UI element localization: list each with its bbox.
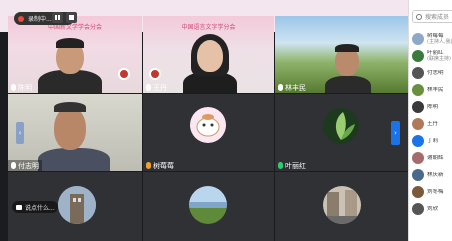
video-tile-6[interactable]: 叶丽红	[275, 94, 408, 171]
participant-avatar	[412, 151, 424, 164]
participant-avatar	[412, 100, 424, 113]
participant-name: 林庆新	[427, 171, 444, 178]
participant-list-item[interactable]: 树莓莓 (主持人,我)	[409, 30, 452, 47]
participant-name: 付志明	[18, 161, 39, 170]
participant-list-item[interactable]: 付志明	[409, 64, 452, 81]
participant-list-item[interactable]: 丁莉	[409, 132, 452, 149]
participant-name: 谢朝辉	[427, 154, 444, 161]
record-dot-icon	[18, 15, 24, 22]
participant-avatar	[412, 185, 424, 198]
participant-avatar	[412, 49, 424, 62]
logo-badge-icon	[118, 68, 130, 80]
participant-name: 叶丽红	[427, 49, 444, 56]
prev-page-button[interactable]: ‹	[16, 122, 24, 144]
participant-list-item[interactable]: 刘冬梅	[409, 183, 452, 200]
recording-label: 录制中...	[28, 16, 52, 23]
participant-name: 树莓莓	[153, 161, 174, 170]
participant-avatar	[412, 202, 424, 215]
video-tile-3[interactable]: 林丰民	[275, 16, 408, 93]
mic-icon	[11, 84, 16, 91]
participant-name: 王丹	[153, 83, 167, 92]
participant-name: 林丰民	[427, 86, 444, 93]
participant-name: 丁莉	[427, 137, 439, 144]
recording-indicator: 录制中...	[14, 12, 74, 25]
mic-icon	[146, 84, 151, 91]
participant-list-item[interactable]: 谢朝辉	[409, 149, 452, 166]
video-tile-8[interactable]	[143, 172, 274, 241]
search-placeholder: 搜索成员	[425, 14, 450, 21]
participant-label: 陈明	[427, 104, 438, 110]
participant-avatar	[412, 66, 424, 79]
video-tile-9[interactable]	[275, 172, 408, 241]
participant-name: 叶丽红	[285, 161, 306, 170]
participant-name: 刘冬梅	[427, 188, 444, 195]
participant-avatar	[412, 134, 424, 147]
participant-name: 王丹	[427, 120, 439, 127]
search-icon	[416, 13, 422, 20]
participant-avatar	[412, 83, 424, 96]
mic-icon	[278, 162, 283, 169]
participant-label: 树莓莓 (主持人,我)	[427, 33, 452, 45]
building-avatar	[58, 186, 96, 224]
video-tile-5[interactable]: 树莓莓	[143, 94, 274, 171]
participant-label: 叶丽红 (联席主持)	[427, 50, 451, 62]
name-tag: 叶丽红	[275, 160, 309, 171]
mic-icon	[146, 162, 151, 169]
participant-list-item[interactable]: 林庆新	[409, 166, 452, 183]
tile-banner: 中国语言文字学分会	[181, 24, 236, 31]
participant-avatar	[412, 168, 424, 181]
participant-name: 陈明	[18, 83, 32, 92]
participant-label: 丁莉	[427, 138, 438, 144]
chat-placeholder: 说点什么...	[25, 204, 55, 212]
participant-avatar	[412, 32, 424, 45]
participant-name: 付志明	[427, 69, 444, 76]
participant-label: 刘欣	[427, 206, 438, 212]
participant-name: 树莓莓	[427, 32, 444, 39]
participant-list-item[interactable]: 叶丽红 (联席主持)	[409, 47, 452, 64]
mic-icon	[278, 84, 283, 91]
cartoon-avatar	[190, 107, 226, 143]
name-tag: 付志明	[8, 160, 42, 171]
participant-avatar	[412, 117, 424, 130]
search-members-input[interactable]: 搜索成员	[412, 10, 452, 23]
pause-recording-button[interactable]	[52, 12, 63, 23]
participant-label: 王丹	[427, 121, 438, 127]
chat-icon	[16, 204, 22, 210]
street-avatar	[323, 186, 361, 224]
name-tag: 王丹	[143, 82, 170, 93]
participant-role: (主持人,我)	[427, 38, 452, 45]
participant-name: 刘欣	[427, 205, 439, 212]
participants-panel: 搜索成员 树莓莓 (主持人,我) 叶丽红 (联席主持) 付志明林丰民陈明王丹丁莉谢朝辉林…	[408, 0, 452, 241]
participant-list-item[interactable]: 王丹	[409, 115, 452, 132]
participant-list-item[interactable]: 林丰民	[409, 81, 452, 98]
participant-label: 林庆新	[427, 172, 444, 178]
mic-icon	[11, 162, 16, 169]
name-tag: 林丰民	[275, 82, 309, 93]
participant-label: 谢朝辉	[427, 155, 444, 161]
participant-list-item[interactable]: 刘欣	[409, 200, 452, 217]
name-tag: 树莓莓	[143, 160, 177, 171]
participant-role: (联席主持)	[427, 55, 451, 62]
chat-input-toast[interactable]: 说点什么...	[12, 201, 58, 213]
participant-label: 付志明	[427, 70, 444, 76]
plant-avatar	[323, 108, 359, 144]
video-tile-4[interactable]: 付志明	[8, 94, 142, 171]
meeting-window: 中国新文学学会分会 陈明 中国语言文字学分会 王丹 林丰民 付志明 树莓莓 叶丽…	[0, 0, 452, 241]
next-page-button[interactable]: ›	[391, 121, 400, 145]
video-tile-1[interactable]: 中国新文学学会分会 陈明	[8, 16, 142, 93]
participant-name: 陈明	[427, 103, 439, 110]
participant-label: 林丰民	[427, 87, 444, 93]
logo-badge-icon	[149, 68, 161, 80]
video-tile-2[interactable]: 中国语言文字学分会 王丹	[143, 16, 274, 93]
participant-name: 林丰民	[285, 83, 306, 92]
stop-recording-button[interactable]	[66, 12, 77, 23]
landscape-avatar	[189, 186, 227, 224]
name-tag: 陈明	[8, 82, 35, 93]
participant-list-item[interactable]: 陈明	[409, 98, 452, 115]
participant-label: 刘冬梅	[427, 189, 444, 195]
participant-list: 树莓莓 (主持人,我) 叶丽红 (联席主持) 付志明林丰民陈明王丹丁莉谢朝辉林庆新刘冬梅…	[409, 30, 452, 217]
